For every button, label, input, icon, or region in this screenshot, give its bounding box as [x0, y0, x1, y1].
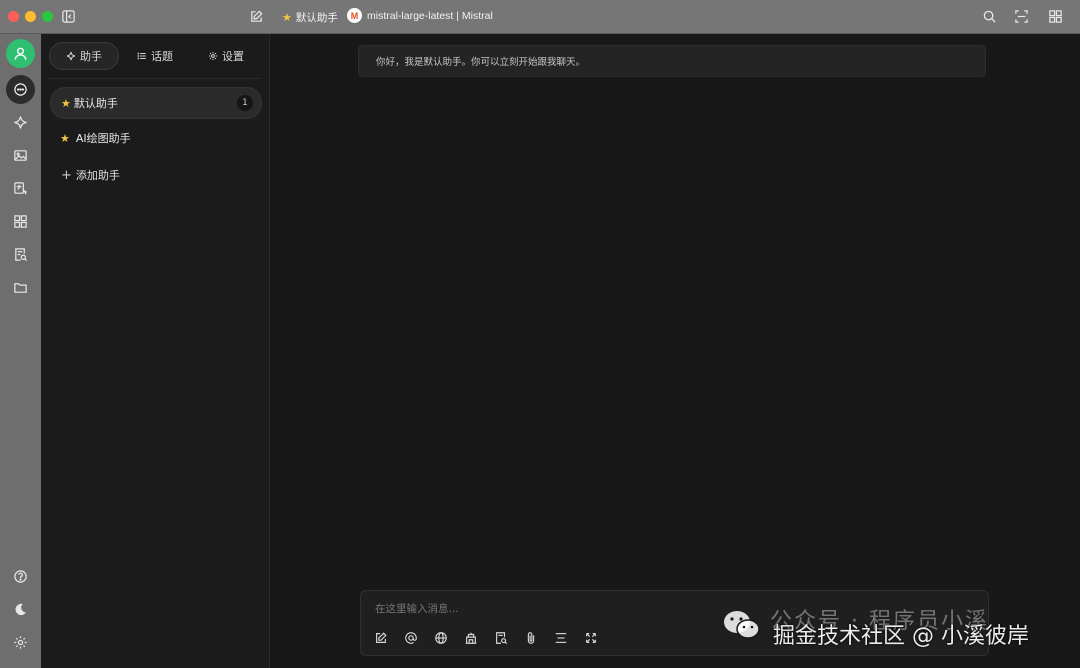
apps-icon[interactable]	[6, 207, 35, 236]
new-chat-icon[interactable]	[248, 8, 265, 25]
toggle-sidebar-icon[interactable]	[60, 8, 77, 25]
star-icon: ★	[61, 96, 71, 110]
assistant-greeting-message: 你好，我是默认助手。你可以立刻开始跟我聊天。	[358, 45, 986, 77]
composer-toolbar	[372, 629, 599, 646]
wechat-logo-icon	[724, 611, 760, 639]
avatar[interactable]	[6, 39, 35, 68]
star-icon: ★	[282, 11, 292, 24]
assistant-item-ai-drawing[interactable]: ★ AI绘图助手	[50, 123, 260, 153]
assistant-sidebar: 助手 话题 设置 ★ 默认助手 1 ★ AI绘图助手 + 添加助手	[41, 34, 270, 668]
tab-settings[interactable]: 设置	[191, 43, 261, 69]
mention-icon[interactable]	[402, 629, 419, 646]
expand-icon[interactable]	[582, 629, 599, 646]
minimize-window-button[interactable]	[25, 11, 36, 22]
mistral-logo-icon: M	[347, 8, 362, 23]
tab-assistants[interactable]: 助手	[49, 42, 119, 70]
tab-assistants-label: 助手	[80, 50, 102, 63]
help-icon[interactable]	[6, 562, 35, 591]
tab-topics[interactable]: 话题	[119, 43, 191, 69]
chat-icon[interactable]	[6, 75, 35, 104]
icon-rail	[0, 34, 41, 668]
add-assistant-label: 添加助手	[75, 169, 120, 182]
clear-context-icon[interactable]	[552, 629, 569, 646]
assistant-item-label: AI绘图助手	[75, 132, 131, 145]
document-search-icon[interactable]	[492, 629, 509, 646]
search-icon[interactable]	[981, 8, 998, 25]
settings-icon[interactable]	[6, 628, 35, 657]
model-selector[interactable]: M mistral-large-latest | Mistral	[347, 8, 493, 23]
attachment-icon[interactable]	[522, 629, 539, 646]
image-icon[interactable]	[6, 141, 35, 170]
divider	[49, 78, 261, 79]
app-grid-icon[interactable]	[1047, 8, 1064, 25]
title-bar: ★ 默认助手 M mistral-large-latest | Mistral	[0, 0, 1080, 34]
gear-icon	[208, 51, 218, 61]
close-window-button[interactable]	[8, 11, 19, 22]
knowledge-base-icon[interactable]	[462, 629, 479, 646]
add-assistant-button[interactable]: + 添加助手	[61, 167, 120, 183]
current-assistant[interactable]: ★ 默认助手	[282, 9, 338, 25]
image-translate-icon[interactable]	[6, 174, 35, 203]
current-assistant-label: 默认助手	[295, 11, 338, 24]
tab-settings-label: 设置	[222, 50, 244, 63]
watermark-line-2: 掘金技术社区 @ 小溪彼岸	[773, 624, 1029, 649]
assistant-item-default[interactable]: ★ 默认助手 1	[50, 87, 262, 119]
plus-icon: +	[61, 167, 72, 183]
web-search-icon[interactable]	[432, 629, 449, 646]
chat-area: 你好，我是默认助手。你可以立刻开始跟我聊天。	[270, 34, 1080, 668]
list-icon	[137, 52, 146, 60]
topic-count-badge: 1	[237, 95, 253, 111]
new-topic-icon[interactable]	[372, 629, 389, 646]
sidebar-tabs: 助手 话题 设置	[49, 42, 261, 70]
tab-topics-label: 话题	[151, 50, 173, 63]
moon-icon[interactable]	[6, 595, 35, 624]
narrow-mode-icon[interactable]	[1013, 8, 1030, 25]
folder-icon[interactable]	[6, 273, 35, 302]
maximize-window-button[interactable]	[42, 11, 53, 22]
sparkle-icon	[66, 51, 76, 61]
assistant-item-label: 默认助手	[73, 97, 118, 110]
knowledge-search-icon[interactable]	[6, 240, 35, 269]
sparkle-icon[interactable]	[6, 108, 35, 137]
model-label: mistral-large-latest | Mistral	[367, 9, 493, 22]
star-icon: ★	[60, 131, 70, 145]
